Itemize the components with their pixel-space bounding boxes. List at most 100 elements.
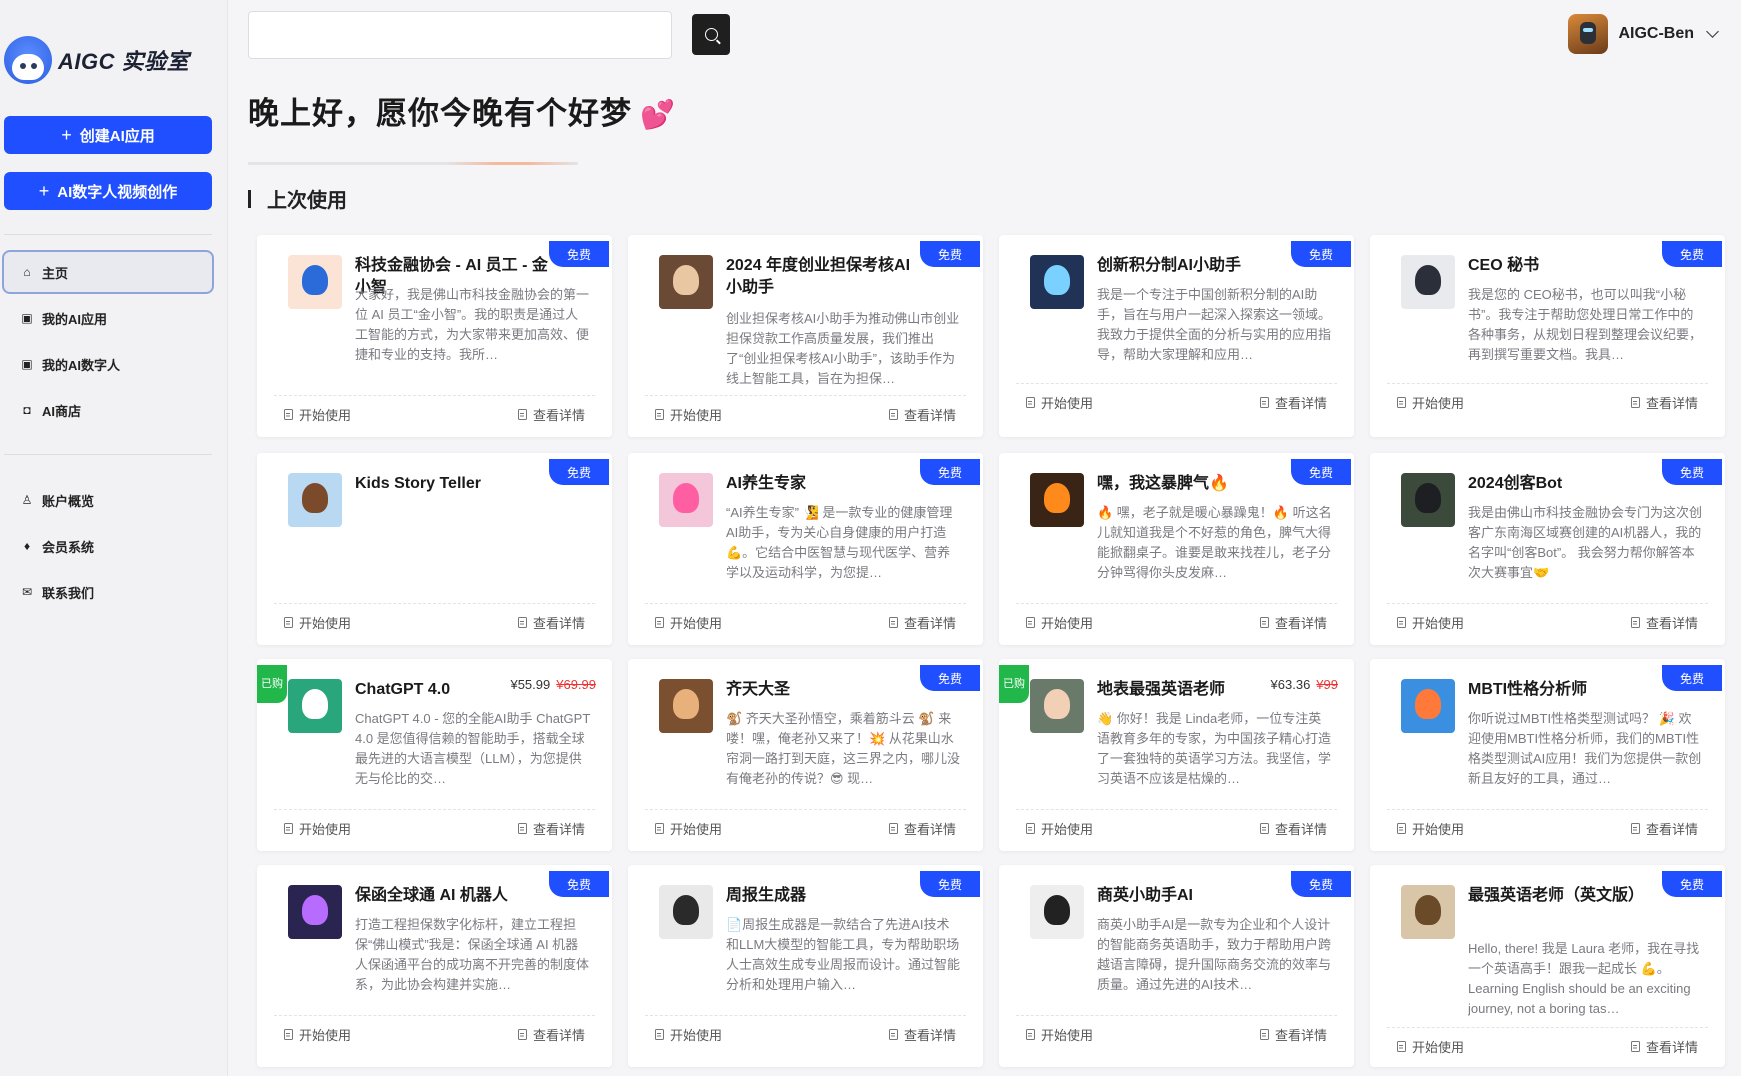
sidebar-item-contact[interactable]: ✉ 联系我们 — [4, 572, 212, 612]
view-details-button[interactable]: 查看详情 — [1259, 613, 1327, 632]
start-using-button[interactable]: 开始使用 — [655, 613, 722, 632]
view-details-button-label: 查看详情 — [532, 408, 585, 423]
price: ¥55.99 ¥69.99 — [510, 677, 596, 692]
document-icon — [1397, 1041, 1406, 1052]
start-using-button[interactable]: 开始使用 — [655, 405, 722, 424]
avatar[interactable] — [1568, 14, 1609, 54]
start-using-button-label: 开始使用 — [670, 1028, 723, 1043]
start-using-button[interactable]: 开始使用 — [1026, 819, 1093, 838]
sidebar-item-label: 我的AI数字人 — [42, 357, 121, 373]
view-details-button[interactable]: 查看详情 — [888, 1025, 956, 1044]
app-card[interactable]: 免费 最强英语老师（英文版） Hello, there! 我是 Laura 老师，我… — [1370, 865, 1725, 1067]
view-details-button[interactable]: 查看详情 — [1630, 393, 1698, 412]
app-logo[interactable]: AIGC 实验室 — [4, 36, 189, 84]
app-title[interactable]: 创新积分制AI小助手 — [1097, 255, 1297, 277]
document-icon — [284, 617, 293, 628]
app-card[interactable]: 免费 Kids Story Teller 开始使用 查看详情 — [257, 453, 612, 645]
start-using-button-label: 开始使用 — [1041, 616, 1094, 631]
start-using-button[interactable]: 开始使用 — [284, 613, 351, 632]
start-using-button[interactable]: 开始使用 — [655, 819, 722, 838]
view-details-button[interactable]: 查看详情 — [517, 613, 585, 632]
create-video-button[interactable]: + AI数字人视频创作 — [4, 172, 212, 210]
app-title[interactable]: CEO 秘书 — [1468, 255, 1668, 277]
document-icon — [517, 409, 527, 420]
app-card[interactable]: 免费 周报生成器 📄周报生成器是一款结合了先进AI技术和LLM大模型的智能工具，专为… — [628, 865, 983, 1067]
app-card[interactable]: 已购 ChatGPT 4.0 ¥55.99 ¥69.99 ChatGPT 4.0 - 您… — [257, 659, 612, 851]
current-price: ¥55.99 — [510, 677, 551, 692]
card-actions: 开始使用 查看详情 — [1387, 383, 1708, 421]
view-details-button[interactable]: 查看详情 — [1630, 819, 1698, 838]
view-details-button[interactable]: 查看详情 — [1259, 393, 1327, 412]
view-details-button[interactable]: 查看详情 — [517, 819, 585, 838]
view-details-button-label: 查看详情 — [903, 822, 956, 837]
sidebar-item-label: 主页 — [42, 265, 69, 281]
app-card[interactable]: 免费 科技金融协会 - AI 员工 - 金小智 大家好，我是佛山市科技金融协会的第一… — [257, 235, 612, 437]
sidebar-item-membership[interactable]: ♦ 会员系统 — [4, 526, 212, 566]
start-using-button[interactable]: 开始使用 — [1026, 1025, 1093, 1044]
start-using-button[interactable]: 开始使用 — [655, 1025, 722, 1044]
start-using-button[interactable]: 开始使用 — [284, 819, 351, 838]
start-using-button[interactable]: 开始使用 — [1397, 393, 1464, 412]
start-using-button[interactable]: 开始使用 — [1026, 613, 1093, 632]
app-title[interactable]: 2024 年度创业担保考核AI小助手 — [726, 255, 926, 299]
start-using-button[interactable]: 开始使用 — [284, 1025, 351, 1044]
app-title[interactable]: AI养生专家 — [726, 473, 926, 495]
app-title[interactable]: 嘿，我这暴脾气🔥 — [1097, 473, 1297, 495]
sidebar-item-home[interactable]: ⌂ 主页 — [2, 250, 214, 294]
app-card[interactable]: 免费 保函全球通 AI 机器人 打造工程担保数字化标杆，建立工程担保“佛山模式”我是… — [257, 865, 612, 1067]
search-input[interactable] — [248, 11, 672, 59]
app-title[interactable]: 2024创客Bot — [1468, 473, 1668, 495]
sidebar-item-label: AI商店 — [42, 403, 82, 419]
sidebar-item-store[interactable]: ◘ AI商店 — [4, 390, 212, 430]
start-using-button[interactable]: 开始使用 — [1397, 1037, 1464, 1056]
view-details-button[interactable]: 查看详情 — [1630, 613, 1698, 632]
app-title[interactable]: 周报生成器 — [726, 885, 926, 907]
app-card[interactable]: 免费 2024创客Bot 我是由佛山市科技金融协会专门为这次创客广东南海区域赛创建的… — [1370, 453, 1725, 645]
start-using-button[interactable]: 开始使用 — [1397, 613, 1464, 632]
search-button[interactable] — [692, 14, 730, 55]
user-menu[interactable]: AIGC-Ben — [1568, 14, 1719, 54]
app-title[interactable]: ChatGPT 4.0 — [355, 679, 485, 701]
view-details-button[interactable]: 查看详情 — [517, 1025, 585, 1044]
view-details-button[interactable]: 查看详情 — [888, 613, 956, 632]
app-card[interactable]: 免费 嘿，我这暴脾气🔥 🔥 嘿，老子就是暖心暴躁鬼！🔥 听这名儿就知道我是个不好惹的… — [999, 453, 1354, 645]
app-card[interactable]: 免费 AI养生专家 “AI养生专家” 🧏 是一款专业的健康管理AI助手，专为关心自身… — [628, 453, 983, 645]
start-using-button[interactable]: 开始使用 — [284, 405, 351, 424]
view-details-button-label: 查看详情 — [532, 1028, 585, 1043]
app-title[interactable]: 保函全球通 AI 机器人 — [355, 885, 555, 907]
start-using-button-label: 开始使用 — [1041, 396, 1094, 411]
app-title[interactable]: 最强英语老师（英文版） — [1468, 885, 1668, 907]
chevron-down-icon[interactable] — [1706, 25, 1719, 38]
search-icon — [704, 28, 718, 41]
app-title[interactable]: MBTI性格分析师 — [1468, 679, 1668, 701]
create-ai-app-button[interactable]: + 创建AI应用 — [4, 116, 212, 154]
app-card[interactable]: 免费 MBTI性格分析师 你听说过MBTI性格类型测试吗？ 🎉 欢迎使用MBTI性格… — [1370, 659, 1725, 851]
app-title[interactable]: Kids Story Teller — [355, 473, 555, 495]
free-badge: 免费 — [549, 241, 609, 267]
start-using-button[interactable]: 开始使用 — [1026, 393, 1093, 412]
app-card[interactable]: 免费 创新积分制AI小助手 我是一个专注于中国创新积分制的AI助手，旨在与用户一起深… — [999, 235, 1354, 437]
app-card[interactable]: 免费 CEO 秘书 我是您的 CEO秘书，也可以叫我“小秘书”。我专注于帮助您处理日… — [1370, 235, 1725, 437]
free-badge: 免费 — [1291, 241, 1351, 267]
free-badge: 免费 — [1662, 459, 1722, 485]
view-details-button[interactable]: 查看详情 — [888, 405, 956, 424]
sidebar-item-account[interactable]: ♙ 账户概览 — [4, 480, 212, 520]
view-details-button[interactable]: 查看详情 — [517, 405, 585, 424]
sidebar-item-my-apps[interactable]: ▣ 我的AI应用 — [4, 298, 212, 338]
app-description: Hello, there! 我是 Laura 老师，我在寻找一个英语高手！跟我一… — [1468, 941, 1700, 1016]
sidebar-item-my-digital-humans[interactable]: ▣ 我的AI数字人 — [4, 344, 212, 384]
app-card[interactable]: 已购 地表最强英语老师 ¥63.36 ¥99 👋 你好！我是 Linda老师，一位专注英… — [999, 659, 1354, 851]
app-title[interactable]: 齐天大圣 — [726, 679, 926, 701]
app-title[interactable]: 商英小助手AI — [1097, 885, 1297, 907]
view-details-button[interactable]: 查看详情 — [1630, 1037, 1698, 1056]
app-card[interactable]: 免费 2024 年度创业担保考核AI小助手 创业担保考核AI小助手为推动佛山市创业担… — [628, 235, 983, 437]
app-card[interactable]: 免费 商英小助手AI 商英小助手AI是一款专为企业和个人设计的智能商务英语助手，致力… — [999, 865, 1354, 1067]
start-using-button[interactable]: 开始使用 — [1397, 819, 1464, 838]
view-details-button[interactable]: 查看详情 — [888, 819, 956, 838]
view-details-button[interactable]: 查看详情 — [1259, 1025, 1327, 1044]
card-actions: 开始使用 查看详情 — [1016, 603, 1337, 641]
app-card[interactable]: 免费 齐天大圣 🐒 齐天大圣孙悟空，乘着筋斗云 🐒 来喽！嘿，俺老孙又来了！💥 从花… — [628, 659, 983, 851]
start-using-button-label: 开始使用 — [1041, 1028, 1094, 1043]
app-title[interactable]: 地表最强英语老师 — [1097, 679, 1227, 701]
view-details-button[interactable]: 查看详情 — [1259, 819, 1327, 838]
